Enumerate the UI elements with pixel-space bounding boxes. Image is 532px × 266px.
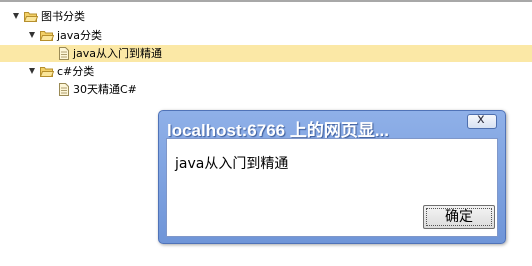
dialog-message: java从入门到精通 — [175, 156, 289, 172]
file-icon — [59, 83, 69, 96]
folder-open-icon — [40, 67, 54, 77]
tree-node-label: 图书分类 — [41, 10, 85, 23]
close-button[interactable]: x — [467, 112, 497, 129]
expand-arrow-icon[interactable] — [29, 32, 35, 38]
folder-open-icon — [24, 12, 38, 22]
ok-button[interactable]: 确定 — [423, 205, 495, 229]
tree-node-label: c#分类 — [57, 65, 95, 78]
tree-node-label: 30天精通C# — [73, 83, 137, 96]
alert-dialog: localhost:6766 上的网页显... x java从入门到精通 确定 — [158, 110, 506, 244]
folder-open-icon — [40, 31, 54, 41]
tree-node-label: java分类 — [57, 29, 103, 42]
file-icon — [59, 47, 69, 60]
close-icon: x — [477, 112, 485, 127]
expand-arrow-icon[interactable] — [29, 68, 35, 74]
tree-node-label: java从入门到精通 — [73, 47, 163, 60]
dialog-body: java从入门到精通 确定 — [166, 138, 498, 237]
tree-node-java-book[interactable]: java从入门到精通 — [0, 45, 532, 62]
expand-arrow-icon[interactable] — [13, 13, 19, 19]
top-border — [0, 0, 532, 2]
